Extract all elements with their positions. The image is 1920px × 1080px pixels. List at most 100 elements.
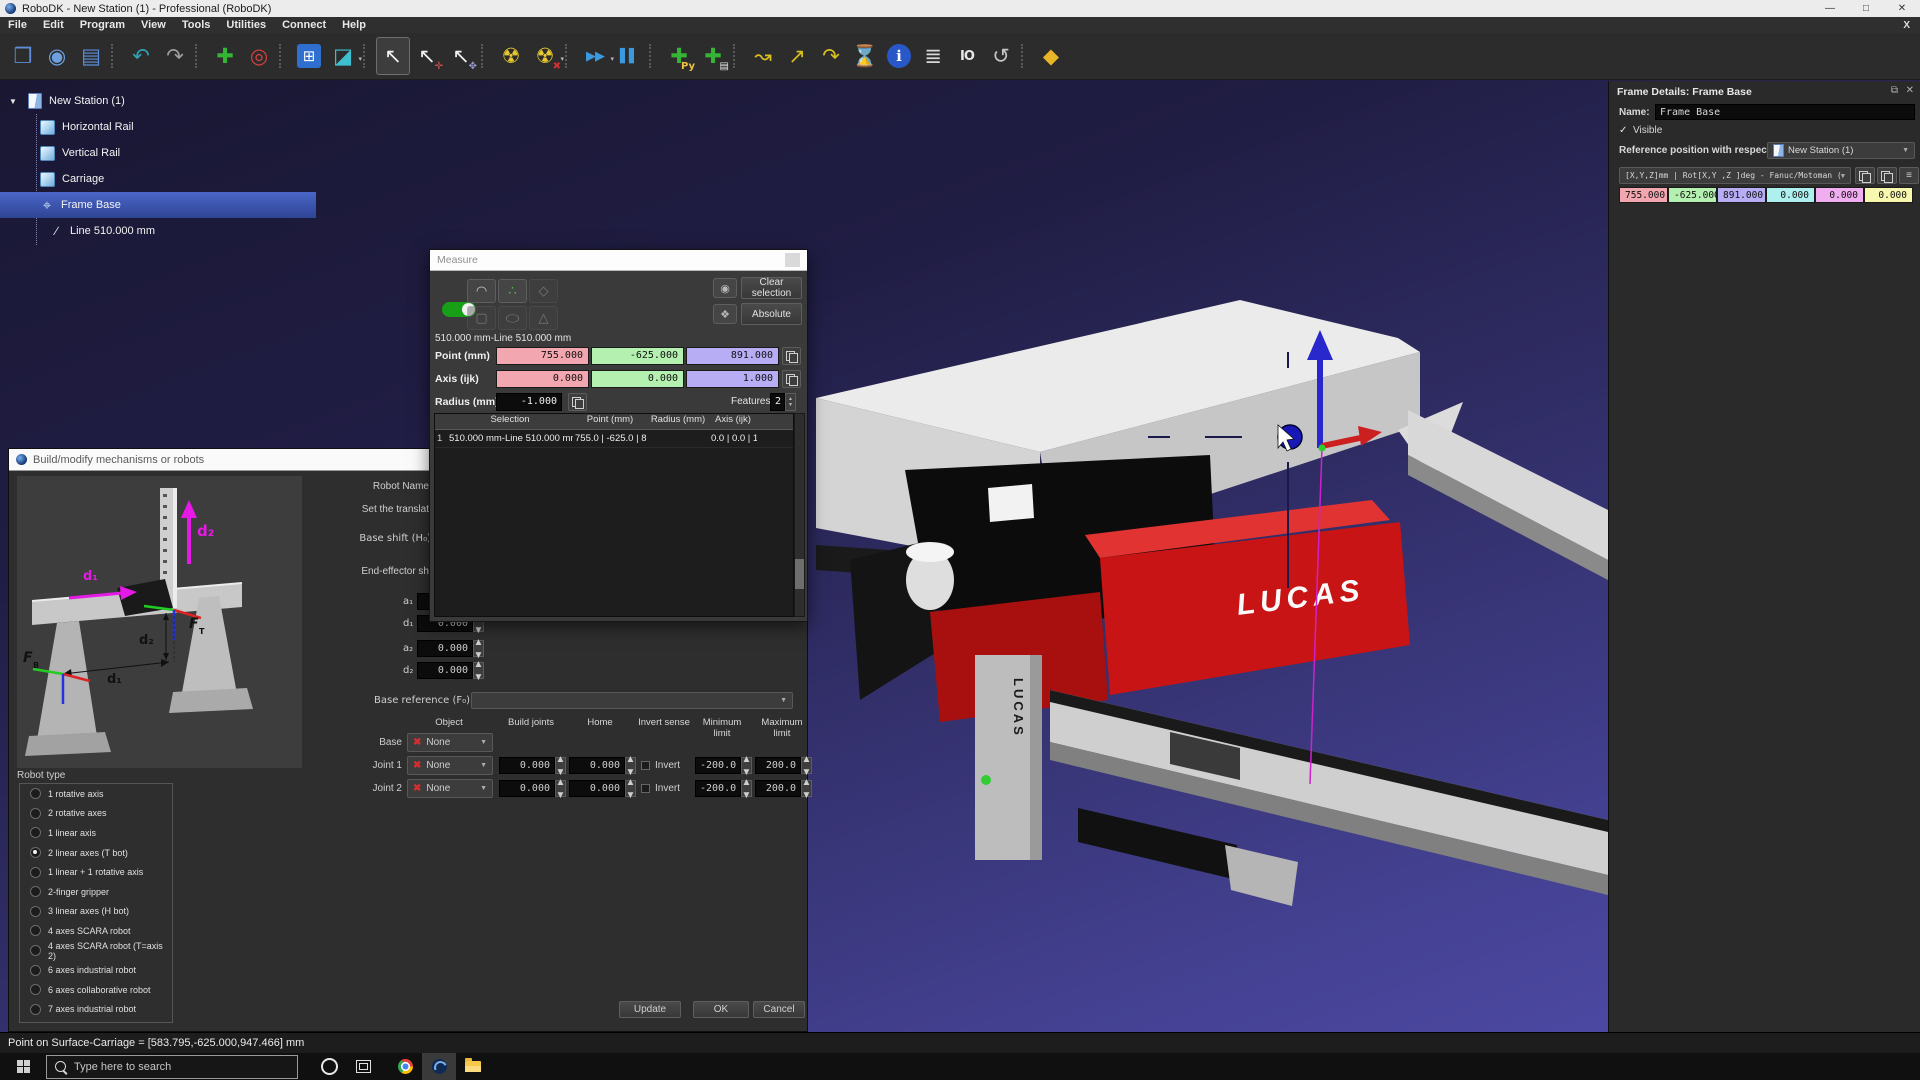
reference-dropdown[interactable]: New Station (1) ▼ xyxy=(1767,142,1915,159)
pose-value-0[interactable]: 755.000 xyxy=(1619,187,1668,203)
close-panel-icon[interactable]: ✕ xyxy=(1906,85,1914,96)
add-reference-frame-button[interactable]: ✚ xyxy=(208,37,242,75)
3d-scene[interactable]: LUCAS LUCAS xyxy=(808,80,1608,1032)
measure-dialog-titlebar[interactable]: Measure xyxy=(430,250,807,271)
menu-view[interactable]: View xyxy=(133,19,174,31)
joint2-max-spinner[interactable]: ▲▼ xyxy=(801,780,812,797)
menu-edit[interactable]: Edit xyxy=(35,19,72,31)
radio-icon[interactable] xyxy=(30,886,41,897)
radio-icon[interactable] xyxy=(30,867,41,878)
point-y-field[interactable]: -625.000 xyxy=(591,347,684,365)
axis-k-field[interactable]: 1.000 xyxy=(686,370,779,388)
copy-radius-button[interactable] xyxy=(568,393,587,411)
robot-type-option-2-linear-axes-t-bot-[interactable]: 2 linear axes (T bot) xyxy=(20,843,172,863)
clear-selection-button[interactable]: Clear selection xyxy=(741,277,802,299)
robot-type-option-1-linear-axis[interactable]: 1 linear axis xyxy=(20,823,172,843)
robot-type-option-4-axes-scara-robot[interactable]: 4 axes SCARA robot xyxy=(20,921,172,941)
axis-i-field[interactable]: 0.000 xyxy=(496,370,589,388)
robot-type-option-3-linear-axes-h-bot-[interactable]: 3 linear axes (H bot) xyxy=(20,902,172,922)
pose-value-5[interactable]: 0.000 xyxy=(1864,187,1913,203)
base-reference-dropdown[interactable]: ▼ xyxy=(471,692,793,709)
tree-item-carriage[interactable]: Carriage xyxy=(0,166,430,192)
menubar-close-button[interactable]: X xyxy=(1903,20,1920,31)
copy-point-button[interactable] xyxy=(782,347,801,365)
point-z-field[interactable]: 891.000 xyxy=(686,347,779,365)
isometric-view-button[interactable]: ◪▾ xyxy=(326,37,360,75)
robot-type-option-2-rotative-axes[interactable]: 2 rotative axes xyxy=(20,804,172,824)
features-value[interactable]: 2 xyxy=(770,393,785,411)
collisions-off-button[interactable]: ☢✖▾ xyxy=(528,37,562,75)
update-button[interactable]: Update xyxy=(619,1001,681,1018)
radius-field[interactable]: -1.000 xyxy=(496,393,562,411)
open-online-library-button[interactable]: ◉ xyxy=(40,37,74,75)
menu-help[interactable]: Help xyxy=(334,19,374,31)
export-simulation-button[interactable]: ◆ xyxy=(1034,37,1068,75)
measure-line-tool[interactable]: ∴ xyxy=(498,279,527,303)
measure-pick-button[interactable]: ❖ xyxy=(713,304,737,324)
name-field[interactable]: Frame Base xyxy=(1655,104,1915,120)
measure-table-scrollbar[interactable] xyxy=(794,413,805,617)
taskbar-search[interactable]: Type here to search xyxy=(46,1055,298,1079)
joint1-build-field[interactable]: 0.000 xyxy=(499,757,555,774)
move-joint-instruction-button[interactable]: ↝ xyxy=(746,37,780,75)
joint2-home-spinner[interactable]: ▲▼ xyxy=(625,780,636,797)
file-explorer-button[interactable] xyxy=(456,1053,490,1080)
menu-file[interactable]: File xyxy=(0,19,35,31)
radio-icon[interactable] xyxy=(30,788,41,799)
measure-visibility-button[interactable]: ◉ xyxy=(713,278,737,298)
robot-type-option-6-axes-industrial-robot[interactable]: 6 axes industrial robot xyxy=(20,960,172,980)
menu-utilities[interactable]: Utilities xyxy=(218,19,274,31)
scrollbar-handle[interactable] xyxy=(795,559,804,589)
robodk-taskbar-button[interactable] xyxy=(422,1053,456,1080)
move-circular-instruction-button[interactable]: ↷ xyxy=(814,37,848,75)
run-simulation-fast-button[interactable]: ▶▶▾ xyxy=(578,37,612,75)
joint2-min-field[interactable]: -200.0 xyxy=(695,780,741,797)
radio-icon[interactable] xyxy=(30,945,41,956)
joint1-min-field[interactable]: -200.0 xyxy=(695,757,741,774)
joint2-min-spinner[interactable]: ▲▼ xyxy=(741,780,752,797)
menu-connect[interactable]: Connect xyxy=(274,19,334,31)
radio-icon[interactable] xyxy=(30,965,41,976)
expander-icon[interactable]: ▼ xyxy=(9,97,17,106)
visible-check-icon[interactable]: ✓ xyxy=(1619,125,1627,136)
ok-button[interactable]: OK xyxy=(693,1001,749,1018)
copy-axis-button[interactable] xyxy=(782,370,801,388)
move-robot-tool-button[interactable]: ↖✥ xyxy=(444,37,478,75)
joint1-home-spinner[interactable]: ▲▼ xyxy=(625,757,636,774)
undock-panel-icon[interactable]: ⧉ xyxy=(1891,85,1898,96)
radio-icon[interactable] xyxy=(30,847,41,858)
start-button[interactable] xyxy=(0,1053,46,1080)
add-python-program-button[interactable]: ✚Py xyxy=(662,37,696,75)
radio-icon[interactable] xyxy=(30,906,41,917)
joint2-build-spinner[interactable]: ▲▼ xyxy=(555,780,566,797)
minimize-button[interactable]: — xyxy=(1812,0,1848,17)
joint2-home-field[interactable]: 0.000 xyxy=(569,780,625,797)
measure-table-row[interactable]: 1 510.000 mm-Line 510.000 mm 755.0 | -62… xyxy=(435,430,793,448)
robot-type-option-4-axes-scara-robot-t-axis-2-[interactable]: 4 axes SCARA robot (T=axis 2) xyxy=(20,941,172,961)
check-collisions-button[interactable]: ☢ xyxy=(494,37,528,75)
measure-plane-tool[interactable]: ▢ xyxy=(467,306,496,330)
pause-instruction-button[interactable]: ⌛ xyxy=(848,37,882,75)
radio-icon[interactable] xyxy=(30,984,41,995)
a2-spinner[interactable]: ▲▼ xyxy=(473,640,484,657)
radio-icon[interactable] xyxy=(30,925,41,936)
absolute-button[interactable]: Absolute xyxy=(741,303,802,325)
show-message-instruction-button[interactable]: ℹ xyxy=(882,37,916,75)
tree-item-frame-base[interactable]: ⌖Frame Base xyxy=(0,192,316,218)
tree-item-line-510-000-mm[interactable]: ∕Line 510.000 mm xyxy=(0,218,430,244)
axis-j-field[interactable]: 0.000 xyxy=(591,370,684,388)
col-radius[interactable]: Radius (mm) xyxy=(647,414,709,429)
save-station-button[interactable]: ▤ xyxy=(74,37,108,75)
robot-type-option-2-finger-gripper[interactable]: 2-finger gripper xyxy=(20,882,172,902)
joint1-home-field[interactable]: 0.000 xyxy=(569,757,625,774)
a2-field[interactable]: 0.000 xyxy=(417,640,473,657)
pose-value-3[interactable]: 0.000 xyxy=(1766,187,1815,203)
redo-button[interactable]: ↷ xyxy=(158,37,192,75)
task-view-button[interactable] xyxy=(346,1053,380,1080)
cancel-button[interactable]: Cancel xyxy=(753,1001,805,1018)
joint2-max-field[interactable]: 200.0 xyxy=(755,780,801,797)
joint1-object-dropdown[interactable]: ✖None▼ xyxy=(407,756,493,775)
joint1-min-spinner[interactable]: ▲▼ xyxy=(741,757,752,774)
select-tool-button[interactable]: ↖ xyxy=(376,37,410,75)
joint2-invert-checkbox[interactable] xyxy=(641,784,650,793)
